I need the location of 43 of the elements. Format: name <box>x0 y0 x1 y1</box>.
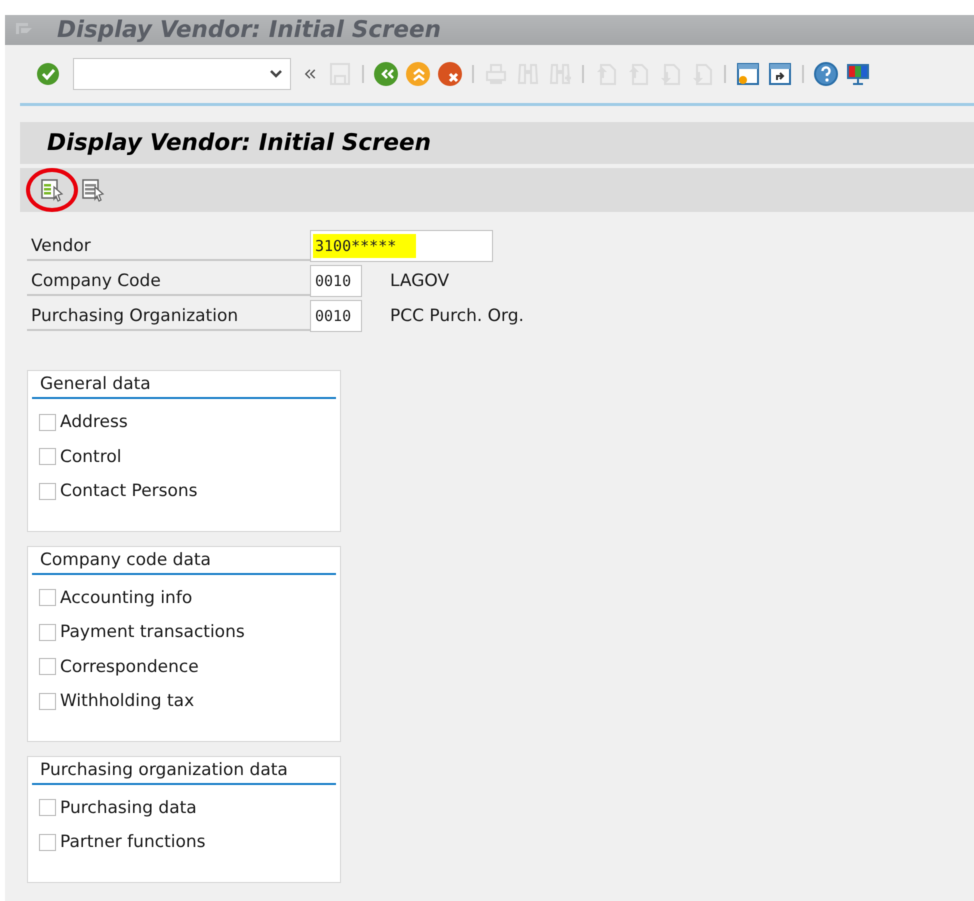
checkbox[interactable] <box>39 799 56 816</box>
group-title: Company code data <box>32 546 336 574</box>
checkbox-label: Address <box>60 412 128 432</box>
checkbox[interactable] <box>39 448 56 466</box>
checkbox[interactable] <box>39 692 56 710</box>
checkbox-label: Purchasing data <box>60 798 197 818</box>
field-label: Company Code <box>27 266 310 296</box>
input-field[interactable]: 0010 <box>310 300 362 332</box>
checkbox-label: Correspondence <box>60 656 199 677</box>
checkbox[interactable] <box>39 414 56 431</box>
monitor-icon[interactable] <box>845 61 871 87</box>
dropdown-caret-icon[interactable] <box>270 70 282 78</box>
field-label: Vendor <box>27 231 310 261</box>
new-window-icon[interactable] <box>735 61 761 87</box>
exit-icon[interactable] <box>405 61 431 87</box>
checkbox[interactable] <box>39 482 56 500</box>
checkbox-label: Control <box>60 446 122 467</box>
field-label: Purchasing Organization <box>27 301 310 331</box>
window-title: Display Vendor: Initial Screen <box>57 17 441 43</box>
cancel-icon[interactable] <box>437 61 463 87</box>
back-icon[interactable] <box>373 61 399 87</box>
screen-title: Display Vendor: Initial Screen <box>20 122 974 164</box>
input-field[interactable]: 0010 <box>310 265 362 297</box>
field-description: PCC Purch. Org. <box>390 306 524 326</box>
command-field[interactable] <box>73 58 291 90</box>
checkbox-label: Payment transactions <box>60 622 245 642</box>
checkbox-label: Accounting info <box>60 588 192 608</box>
detail-view-icon[interactable] <box>80 177 106 203</box>
help-icon[interactable] <box>813 61 839 87</box>
checkbox-label: Contact Persons <box>60 481 198 502</box>
checkbox[interactable] <box>39 589 56 606</box>
checkbox-label: Withholding tax <box>60 691 194 712</box>
check-icon[interactable] <box>35 61 61 87</box>
checkbox[interactable] <box>39 834 56 851</box>
checkbox[interactable] <box>39 624 56 641</box>
group-title: General data <box>32 371 336 399</box>
field-description: LAGOV <box>390 271 450 291</box>
detail-view-icon[interactable] <box>39 177 65 203</box>
checkbox-label: Partner functions <box>60 832 206 852</box>
shortcut-window-icon[interactable] <box>767 61 793 87</box>
checkbox[interactable] <box>39 658 56 676</box>
group-title: Purchasing organization data <box>32 756 336 784</box>
input-field[interactable]: 3100***** <box>310 230 493 262</box>
